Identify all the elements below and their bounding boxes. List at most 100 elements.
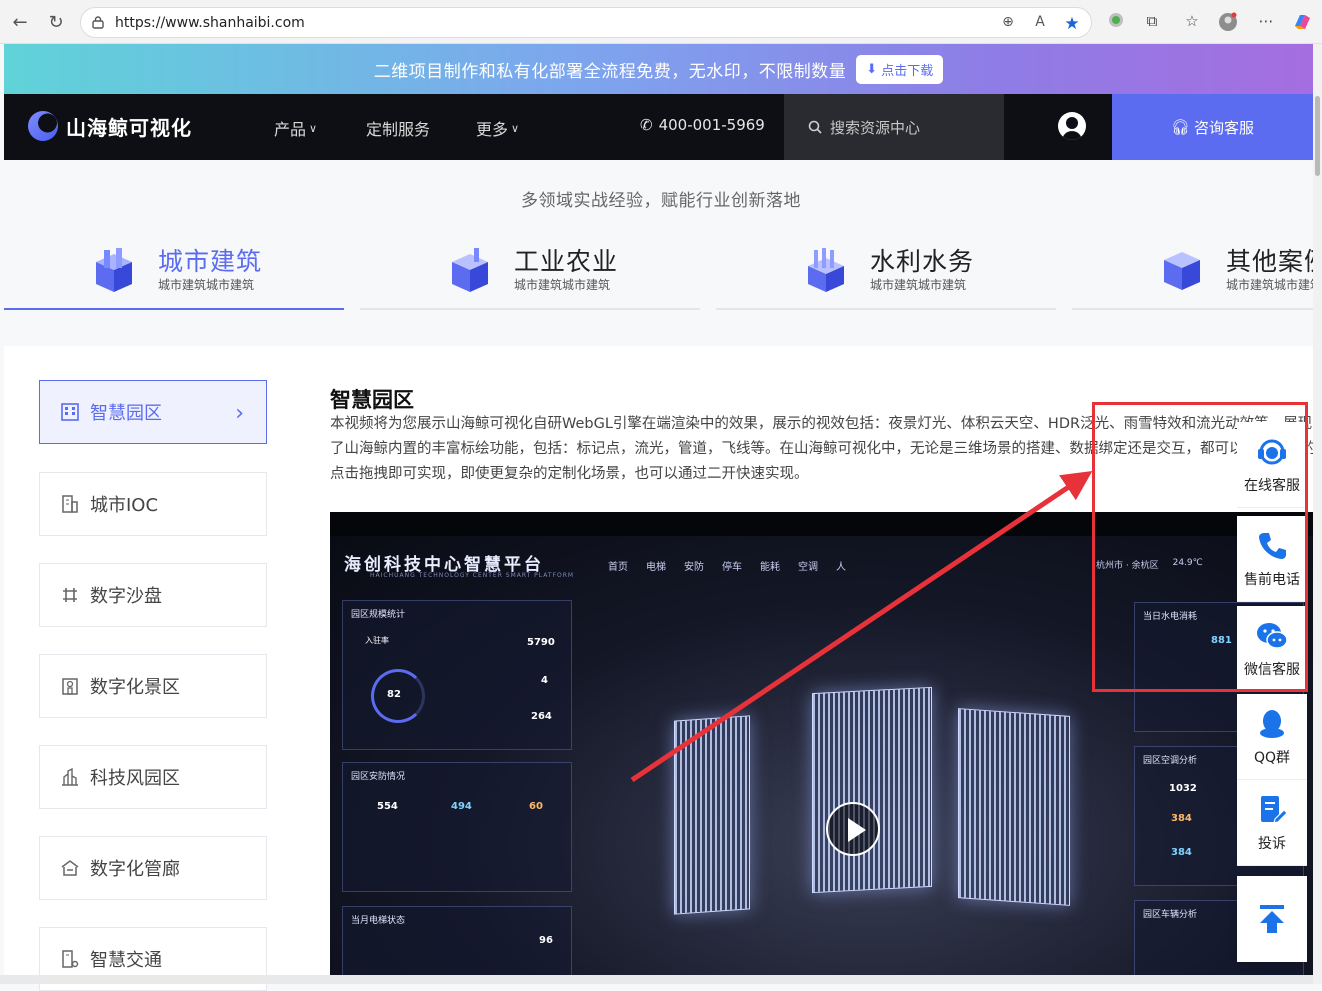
video-menu-item: 首页 (608, 562, 628, 573)
nav-more-label: 更多 (476, 120, 509, 139)
panel-elevator: 当月电梯状态 96 (342, 906, 572, 976)
promo-download-button[interactable]: ⬇ 点击下载 (856, 54, 944, 84)
video-menu-item: 电梯 (646, 562, 666, 573)
chevron-down-icon: ∨ (309, 121, 318, 135)
float-label: 投诉 (1258, 835, 1286, 852)
tech-park-icon (62, 767, 78, 786)
category-title: 城市建筑 (158, 247, 263, 276)
video-play-icon[interactable] (826, 802, 880, 856)
horizontal-scrollbar[interactable] (0, 975, 1313, 984)
copilot-icon[interactable] (1292, 12, 1312, 32)
page-scrollbar-thumb[interactable] (1315, 96, 1320, 176)
panel-value: 1032 (1169, 783, 1197, 794)
category-tab-industry[interactable]: 工业农业 城市建筑城市建筑 (360, 240, 700, 310)
panel-value: 384 (1171, 813, 1192, 824)
scenic-icon (62, 678, 78, 695)
panel-value: 5790 (527, 637, 555, 648)
user-avatar-icon[interactable] (1058, 112, 1086, 140)
category-title: 水利水务 (870, 247, 975, 276)
favorites-icon[interactable]: ☆ (1182, 12, 1202, 32)
video-menu-item: 人 (836, 562, 846, 573)
category-desc: 城市建筑城市建筑 (870, 278, 967, 292)
back-icon[interactable]: ← (8, 10, 32, 34)
pipe-gallery-icon (61, 860, 79, 876)
video-menu-item: 停车 (722, 562, 742, 573)
back-to-top-button[interactable] (1237, 876, 1307, 962)
sidebar-label: 科技风园区 (90, 768, 180, 789)
category-tab-other[interactable]: 其他案例 城市建筑城市建筑 (1072, 240, 1313, 310)
sidebar-label: 智慧交通 (90, 950, 162, 971)
annotation-highlight-box (1092, 402, 1308, 692)
city-building-cube-icon (96, 248, 132, 292)
logo-mark-icon (28, 111, 58, 141)
sidebar-label: 数字化景区 (90, 677, 180, 698)
float-label: QQ群 (1253, 749, 1291, 766)
favorite-star-icon[interactable]: ★ (1063, 14, 1081, 34)
city-building-icon (62, 495, 78, 513)
float-complaint[interactable]: 投诉 (1237, 780, 1307, 866)
read-aloud-icon[interactable]: A (1031, 14, 1049, 32)
extension-icon[interactable] (1106, 12, 1126, 32)
sidebar-item-smart-park[interactable]: 智慧园区 › (39, 380, 267, 444)
page-scrollbar[interactable] (1313, 44, 1322, 984)
browser-toolbar: ← ↻ https://www.shanhaibi.com ⊕ A ★ ⧉ ☆ … (0, 0, 1322, 44)
video-dashboard-menu: 首页 电梯 安防 停车 能耗 空调 人 (608, 558, 846, 573)
video-dashboard-subtitle: HAICHUANG TECHNOLOGY CENTER SMART PLATFO… (370, 572, 575, 579)
section-heading-strip (480, 148, 920, 162)
sidebar-label: 智慧园区 (90, 403, 162, 424)
sidebar-label: 数字沙盘 (90, 586, 162, 607)
video-menu-item: 安防 (684, 562, 704, 573)
promo-download-label: 点击下载 (881, 63, 934, 79)
category-title: 其他案例 (1226, 247, 1313, 276)
brand-name: 山海鲸可视化 (66, 115, 192, 140)
sidebar-item-sandbox[interactable]: 数字沙盘 (39, 563, 267, 627)
panel-title: 园区规模统计 (351, 610, 406, 620)
sidebar-item-city-ioc[interactable]: 城市IOC (39, 472, 267, 536)
nav-custom-service-label: 定制服务 (366, 120, 431, 139)
building-grid-icon (61, 403, 79, 421)
panel-title: 园区空调分析 (1143, 756, 1198, 766)
download-icon: ⬇ (866, 61, 878, 77)
zoom-icon[interactable]: ⊕ (999, 14, 1017, 32)
panel-security: 园区安防情况 554 494 60 (342, 762, 572, 892)
traffic-icon (62, 950, 79, 968)
panel-value: 554 (377, 801, 398, 812)
nav-products[interactable]: 产品 ∨ (274, 116, 317, 140)
video-building (958, 708, 1070, 906)
sidebar-label: 数字化管廊 (90, 859, 180, 880)
category-tab-water[interactable]: 水利水务 城市建筑城市建筑 (716, 240, 1056, 310)
nav-custom-service[interactable]: 定制服务 (366, 116, 430, 140)
consult-button[interactable]: 🎧︎ 咨询客服 (1112, 94, 1313, 160)
header-phone[interactable]: ✆ 400-001-5969 (640, 116, 765, 134)
factory-cube-icon (452, 248, 488, 292)
video-menu-item: 能耗 (760, 562, 780, 573)
panel-label: 入驻率 (365, 636, 389, 645)
panel-title: 当月电梯状态 (351, 916, 406, 926)
puzzle-icon[interactable]: ⧉ (1142, 12, 1162, 32)
float-qq-group[interactable]: QQ群 (1237, 694, 1307, 780)
more-icon[interactable]: ⋯ (1256, 12, 1276, 32)
video-menu-item: 空调 (798, 562, 818, 573)
lock-icon (92, 16, 104, 29)
sidebar-item-tech-park[interactable]: 科技风园区 (39, 745, 267, 809)
panel-title: 园区安防情况 (351, 772, 406, 782)
section-subtitle: 多领域实战经验，赋能行业创新落地 (521, 191, 801, 211)
refresh-icon[interactable]: ↻ (44, 10, 68, 34)
panel-value: 4 (541, 675, 548, 686)
panel-park-scale: 园区规模统计 入驻率 82 5790 4 264 (342, 600, 572, 750)
site-logo[interactable]: 山海鲸可视化 (28, 111, 192, 141)
profile-icon[interactable] (1218, 12, 1238, 32)
nav-more[interactable]: 更多 ∨ (476, 116, 519, 140)
headset-icon: 🎧︎ (1170, 118, 1191, 136)
panel-value: 82 (387, 689, 401, 700)
phone-icon: ✆ (640, 116, 653, 134)
sidebar-item-pipe-gallery[interactable]: 数字化管廊 (39, 836, 267, 900)
address-bar[interactable]: https://www.shanhaibi.com ⊕ A ★ (80, 7, 1092, 38)
panel-value: 264 (531, 711, 552, 722)
water-cube-icon (808, 248, 844, 292)
consult-label: 咨询客服 (1194, 118, 1255, 137)
sidebar-label: 城市IOC (90, 495, 159, 516)
category-tab-city[interactable]: 城市建筑 城市建筑城市建筑 (4, 240, 344, 310)
sidebar-item-scenic[interactable]: 数字化景区 (39, 654, 267, 718)
panel-value: 384 (1171, 847, 1192, 858)
